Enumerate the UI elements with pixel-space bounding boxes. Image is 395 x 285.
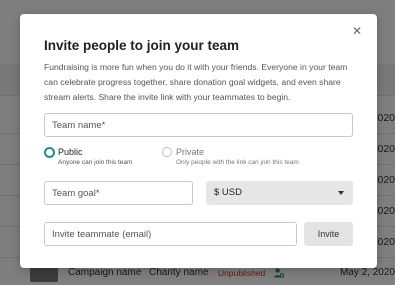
team-name-input[interactable] bbox=[44, 113, 353, 137]
radio-unselected[interactable] bbox=[162, 147, 172, 157]
team-goal-input[interactable] bbox=[44, 181, 193, 205]
currency-select[interactable]: $ USD bbox=[206, 181, 353, 205]
chevron-down-icon bbox=[338, 191, 344, 195]
currency-value: $ USD bbox=[214, 187, 242, 198]
invite-email-input[interactable] bbox=[44, 222, 297, 246]
public-label: Public bbox=[58, 147, 83, 157]
radio-selected[interactable] bbox=[44, 147, 55, 158]
modal-description: Fundraising is more fun when you do it w… bbox=[44, 62, 348, 102]
private-label: Private bbox=[176, 147, 205, 157]
public-description: Anyone can join this team bbox=[58, 159, 133, 166]
invite-modal: ✕ Invite people to join your team Fundra… bbox=[20, 14, 377, 268]
invite-button[interactable]: Invite bbox=[304, 222, 353, 246]
close-icon[interactable]: ✕ bbox=[349, 23, 365, 39]
private-description: Only people with the link can join this … bbox=[176, 159, 299, 166]
modal-title: Invite people to join your team bbox=[44, 38, 240, 53]
